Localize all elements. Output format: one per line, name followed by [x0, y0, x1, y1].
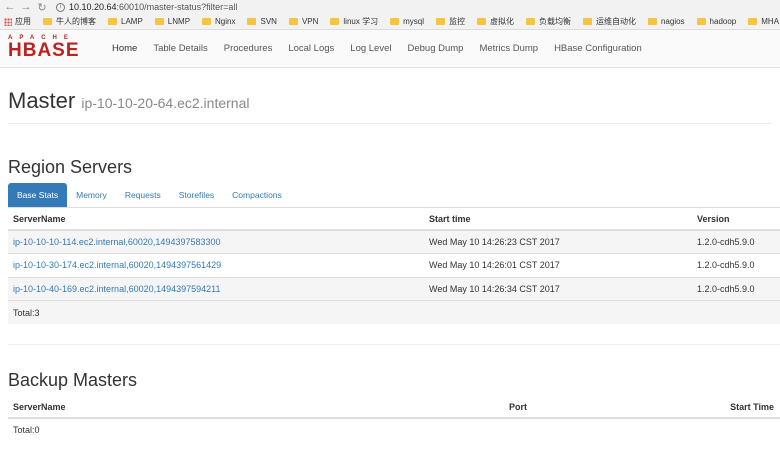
region-servers-table: ServerName Start time Version ip-10-10-1… — [8, 208, 780, 324]
column-header: ServerName — [8, 208, 424, 231]
folder-icon — [43, 18, 52, 25]
tab-storefiles[interactable]: Storefiles — [170, 183, 223, 207]
hbase-logo[interactable]: APACHE HBASE — [8, 34, 100, 64]
nav-table-details[interactable]: Table Details — [145, 43, 215, 54]
bookmarks-bar: 应用 牛人的博客 LAMP LNMP Nginx SVN VPN linux 学… — [0, 14, 780, 30]
nav-home[interactable]: Home — [104, 43, 145, 54]
total-count: Total:0 — [8, 417, 780, 441]
server-name-cell: ip-10-10-10-114.ec2.internal,60020,14943… — [8, 229, 424, 254]
url-field[interactable]: 10.10.20.64:60010/master-status?filter=a… — [69, 2, 237, 12]
table-row: ip-10-10-10-114.ec2.internal,60020,14943… — [8, 229, 780, 254]
tab-requests[interactable]: Requests — [116, 183, 170, 207]
nav-local-logs[interactable]: Local Logs — [280, 43, 342, 54]
region-servers-tabs: Base Stats Memory Requests Storefiles Co… — [8, 183, 780, 208]
server-link[interactable]: ip-10-10-40-169.ec2.internal,60020,14943… — [13, 284, 221, 294]
folder-icon — [390, 18, 400, 25]
folder-icon — [330, 18, 340, 25]
nav-metrics-dump[interactable]: Metrics Dump — [471, 43, 546, 54]
folder-icon — [582, 18, 592, 25]
nav-links: Home Table Details Procedures Local Logs… — [104, 43, 650, 54]
backup-masters-heading: Backup Masters — [8, 370, 138, 390]
apps-grid-icon — [4, 17, 12, 26]
bookmark-item[interactable]: LNMP — [154, 17, 190, 26]
bookmark-item[interactable]: hadoop — [696, 17, 736, 26]
table-row: ip-10-10-30-174.ec2.internal,60020,14943… — [8, 253, 780, 277]
folder-icon — [647, 18, 657, 25]
hbase-navbar: APACHE HBASE Home Table Details Procedur… — [0, 30, 780, 68]
folder-icon — [108, 18, 117, 25]
version-cell: 1.2.0-cdh5.9.0 — [692, 276, 780, 301]
browser-address-bar: ← → ↻ i 10.10.20.64:60010/master-status?… — [0, 0, 780, 14]
server-name-cell: ip-10-10-30-174.ec2.internal,60020,14943… — [8, 253, 424, 277]
folder-icon — [154, 18, 164, 25]
folder-icon — [247, 18, 257, 25]
section-divider — [8, 344, 780, 345]
server-name-cell: ip-10-10-40-169.ec2.internal,60020,14943… — [8, 276, 424, 301]
logo-hbase-text: HBASE — [8, 39, 80, 61]
version-cell: 1.2.0-cdh5.9.0 — [692, 229, 780, 254]
page-header: Master ip-10-10-20-64.ec2.internal — [8, 88, 772, 124]
bookmark-item[interactable]: nagios — [647, 17, 685, 26]
forward-arrow-icon[interactable]: → — [20, 1, 32, 13]
nav-procedures[interactable]: Procedures — [216, 43, 281, 54]
server-link[interactable]: ip-10-10-10-114.ec2.internal,60020,14943… — [13, 237, 221, 247]
table-row: ip-10-10-40-169.ec2.internal,60020,14943… — [8, 276, 780, 301]
start-time-cell: Wed May 10 14:26:23 CST 2017 — [424, 229, 692, 254]
backup-masters-table: ServerName Port Start Time Total:0 — [8, 396, 780, 441]
folder-icon — [748, 18, 758, 25]
table-total-row: Total:0 — [8, 417, 780, 441]
back-arrow-icon[interactable]: ← — [4, 1, 16, 13]
server-link[interactable]: ip-10-10-30-174.ec2.internal,60020,14943… — [13, 260, 221, 270]
bookmark-item[interactable]: 虚拟化 — [476, 16, 514, 27]
nav-hbase-configuration[interactable]: HBase Configuration — [546, 43, 650, 54]
master-hostname: ip-10-10-20-64.ec2.internal — [81, 95, 250, 111]
version-cell: 1.2.0-cdh5.9.0 — [692, 253, 780, 277]
total-count: Total:3 — [8, 300, 780, 324]
folder-icon — [525, 18, 535, 25]
bookmark-item[interactable]: VPN — [288, 17, 318, 26]
start-time-cell: Wed May 10 14:26:01 CST 2017 — [424, 253, 692, 277]
start-time-cell: Wed May 10 14:26:34 CST 2017 — [424, 276, 692, 301]
bookmark-item[interactable]: SVN — [247, 17, 277, 26]
tab-compactions[interactable]: Compactions — [223, 183, 291, 207]
table-total-row: Total:3 — [8, 300, 780, 324]
column-header: Start Time — [714, 396, 780, 419]
column-header: Port — [504, 396, 714, 419]
page-title: Master ip-10-10-20-64.ec2.internal — [8, 88, 250, 113]
bookmark-item[interactable]: linux 学习 — [330, 16, 378, 27]
bookmark-item[interactable]: 负载均衡 — [525, 16, 571, 27]
column-header: Start time — [424, 208, 692, 231]
column-header: ServerName — [8, 396, 504, 419]
folder-icon — [476, 18, 486, 25]
folder-icon — [435, 18, 445, 25]
folder-icon — [288, 18, 298, 25]
nav-debug-dump[interactable]: Debug Dump — [399, 43, 471, 54]
bookmark-item[interactable]: 运维自动化 — [582, 16, 636, 27]
reload-icon[interactable]: ↻ — [36, 1, 48, 14]
bookmark-apps[interactable]: 应用 — [4, 16, 31, 27]
bookmark-item[interactable]: Nginx — [202, 17, 235, 26]
bookmark-item[interactable]: 牛人的博客 — [43, 16, 96, 27]
bookmark-item[interactable]: mysql — [390, 17, 424, 26]
folder-icon — [202, 18, 212, 25]
bookmark-item[interactable]: 监控 — [435, 16, 465, 27]
bookmark-item[interactable]: LAMP — [108, 17, 143, 26]
region-servers-heading: Region Servers — [8, 157, 133, 177]
nav-log-level[interactable]: Log Level — [342, 43, 399, 54]
bookmark-item[interactable]: MHA — [748, 17, 779, 26]
info-icon[interactable]: i — [56, 2, 65, 12]
folder-icon — [696, 18, 706, 25]
column-header: Version — [692, 208, 780, 231]
tab-memory[interactable]: Memory — [67, 183, 116, 207]
tab-base-stats[interactable]: Base Stats — [8, 183, 68, 207]
